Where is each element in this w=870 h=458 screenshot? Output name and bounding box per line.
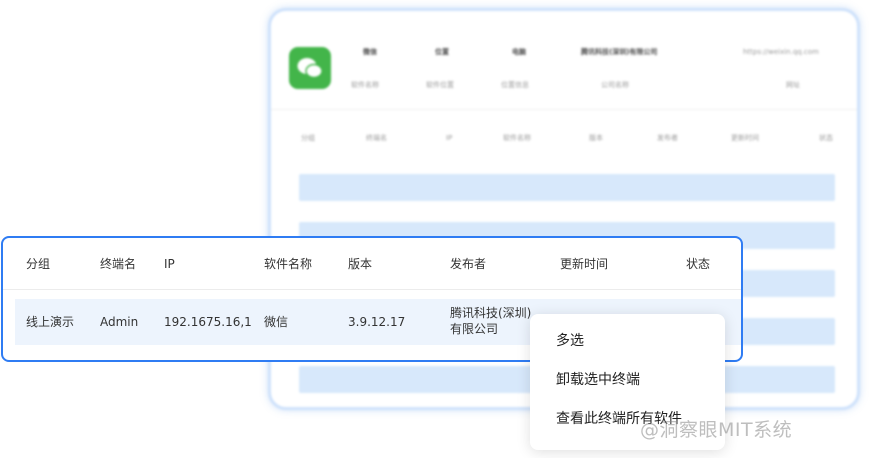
cell-group: 线上演示 <box>26 315 75 329</box>
bg-subheader-0: 软件名称 <box>351 81 379 89</box>
menu-item-uninstall-selected[interactable]: 卸载选中终端 <box>556 371 640 389</box>
column-header-software[interactable]: 软件名称 <box>264 257 312 272</box>
bg-header-2: 电脑 <box>512 48 526 56</box>
bg-header-0: 微信 <box>363 48 377 56</box>
bg-header-1: 位置 <box>435 48 449 56</box>
bg-column-4: 版本 <box>589 134 603 142</box>
bg-column-5: 发布者 <box>657 134 678 142</box>
cell-software: 微信 <box>264 315 289 329</box>
bg-header-3: 腾讯科技(深圳)有限公司 <box>581 48 658 56</box>
cell-publisher-line2: 有限公司 <box>450 322 499 336</box>
cell-publisher-line1: 腾讯科技(深圳) <box>450 306 532 320</box>
bg-divider <box>271 109 857 110</box>
column-header-version[interactable]: 版本 <box>348 257 372 272</box>
cell-terminal: Admin <box>100 315 139 329</box>
bg-subheader-2: 位置信息 <box>501 81 529 89</box>
column-header-ip[interactable]: IP <box>164 257 175 272</box>
column-header-terminal[interactable]: 终端名 <box>100 257 136 272</box>
cell-ip: 192.1675.16,1 <box>164 315 252 329</box>
wechat-icon <box>289 47 331 89</box>
bg-header-4: https://weixin.qq.com <box>743 48 819 56</box>
bg-subheader-4: 网址 <box>786 81 800 89</box>
bg-column-3: 软件名称 <box>503 134 531 142</box>
bg-column-1: 终端名 <box>366 134 387 142</box>
bg-subheader-3: 公司名称 <box>601 81 629 89</box>
bg-subheader-1: 软件位置 <box>426 81 454 89</box>
column-header-group[interactable]: 分组 <box>26 257 50 272</box>
column-header-updated[interactable]: 更新时间 <box>560 257 608 272</box>
bg-column-0: 分组 <box>301 134 315 142</box>
column-header-status[interactable]: 状态 <box>686 257 710 272</box>
column-header-publisher[interactable]: 发布者 <box>450 257 486 272</box>
header-divider <box>3 289 741 290</box>
bg-column-6: 更新时间 <box>731 134 759 142</box>
bg-row-bar <box>299 174 835 201</box>
bg-column-7: 状态 <box>819 134 833 142</box>
bg-column-2: IP <box>446 134 453 142</box>
watermark: @洞察眼MIT系统 <box>640 419 793 441</box>
cell-version: 3.9.12.17 <box>348 315 406 329</box>
menu-item-multi-select[interactable]: 多选 <box>556 332 584 350</box>
